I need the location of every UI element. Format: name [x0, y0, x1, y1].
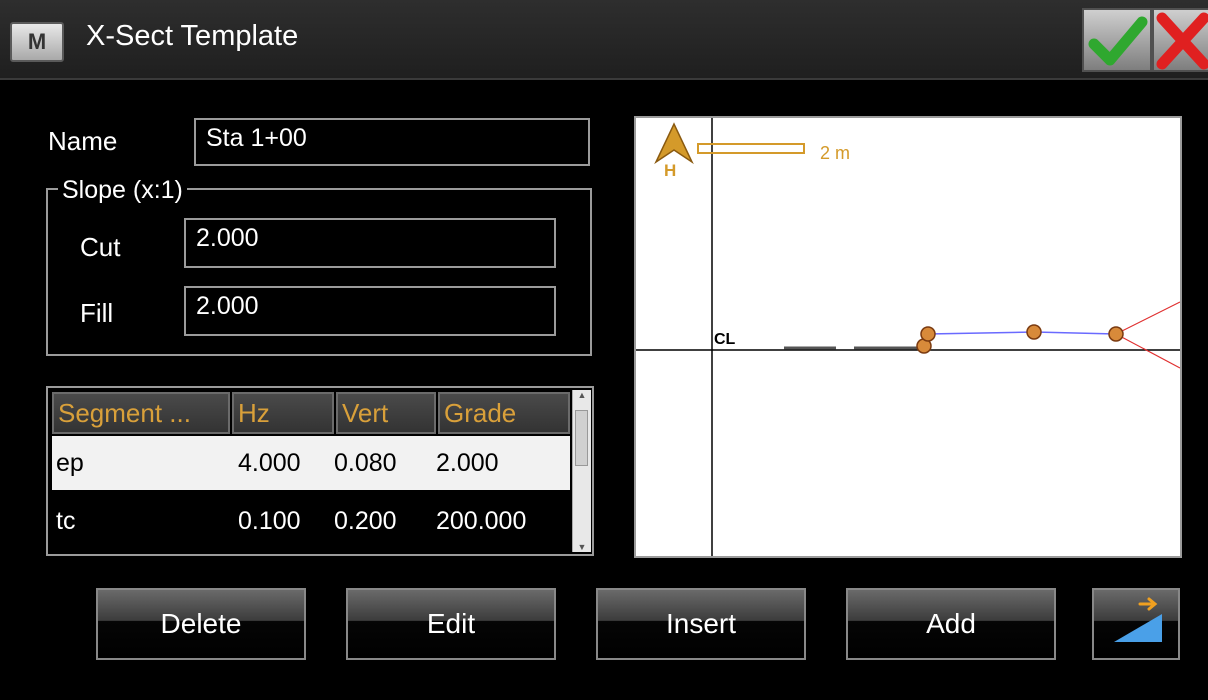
- scale-bar: [697, 143, 805, 154]
- template-profile-line: [925, 331, 1117, 345]
- scroll-down-icon[interactable]: ▼: [573, 542, 591, 552]
- cut-label: Cut: [80, 232, 121, 262]
- north-arrow-icon: H: [654, 122, 694, 180]
- slope-group-label: Slope (x:1): [58, 176, 187, 205]
- name-field[interactable]: Sta 1+00: [194, 118, 590, 166]
- cell-vert: 0.080: [334, 449, 397, 477]
- window-title: X-Sect Template: [86, 20, 299, 52]
- delete-button[interactable]: Delete: [96, 588, 306, 660]
- north-label: H: [664, 161, 676, 180]
- cell-vert: 0.200: [334, 507, 397, 535]
- add-button[interactable]: Add: [846, 588, 1056, 660]
- col-hz[interactable]: Hz: [232, 392, 334, 434]
- node-marker[interactable]: [1108, 326, 1124, 342]
- col-grade[interactable]: Grade: [438, 392, 570, 434]
- centerline-label: CL: [714, 331, 736, 348]
- scroll-up-icon[interactable]: ▲: [573, 390, 591, 400]
- name-label: Name: [48, 126, 118, 156]
- title-bar: M X-Sect Template: [0, 0, 1208, 80]
- fill-label: Fill: [80, 298, 114, 328]
- fill-slope-line: [1115, 333, 1181, 369]
- app-menu-icon[interactable]: M: [10, 22, 64, 62]
- cell-segment: ep: [56, 449, 84, 477]
- close-icon: [1156, 12, 1208, 70]
- table-row[interactable]: tc 0.100 0.200 200.000: [52, 494, 570, 548]
- table-row[interactable]: ep 4.000 0.080 2.000: [52, 436, 570, 490]
- node-marker[interactable]: [920, 326, 936, 342]
- cell-grade: 2.000: [436, 449, 499, 477]
- edit-button[interactable]: Edit: [346, 588, 556, 660]
- cell-hz: 4.000: [238, 449, 301, 477]
- node-marker[interactable]: [1026, 324, 1042, 340]
- cut-field[interactable]: 2.000: [184, 218, 556, 268]
- col-segment[interactable]: Segment ...: [52, 392, 230, 434]
- slope-arrow-icon: [1114, 597, 1162, 642]
- insert-button[interactable]: Insert: [596, 588, 806, 660]
- cut-slope-line: [1115, 301, 1181, 335]
- table-header: Segment ... Hz Vert Grade: [52, 392, 570, 434]
- preview-canvas: H 2 m CL: [636, 118, 1181, 556]
- cell-hz: 0.100: [238, 507, 301, 535]
- segment-table[interactable]: Segment ... Hz Vert Grade ep 4.000 0.080…: [46, 386, 594, 556]
- cell-grade: 200.000: [436, 507, 527, 535]
- cancel-button[interactable]: [1152, 8, 1208, 72]
- checkmark-icon: [1088, 16, 1148, 66]
- slope-view-button[interactable]: [1092, 588, 1180, 660]
- cell-segment: tc: [56, 507, 76, 535]
- scale-label: 2 m: [820, 143, 850, 163]
- scroll-thumb[interactable]: [575, 410, 588, 466]
- ok-button[interactable]: [1082, 8, 1152, 72]
- cross-section-preview[interactable]: H 2 m CL: [634, 116, 1182, 558]
- table-scrollbar[interactable]: ▲ ▼: [572, 390, 591, 552]
- col-vert[interactable]: Vert: [336, 392, 436, 434]
- fill-field[interactable]: 2.000: [184, 286, 556, 336]
